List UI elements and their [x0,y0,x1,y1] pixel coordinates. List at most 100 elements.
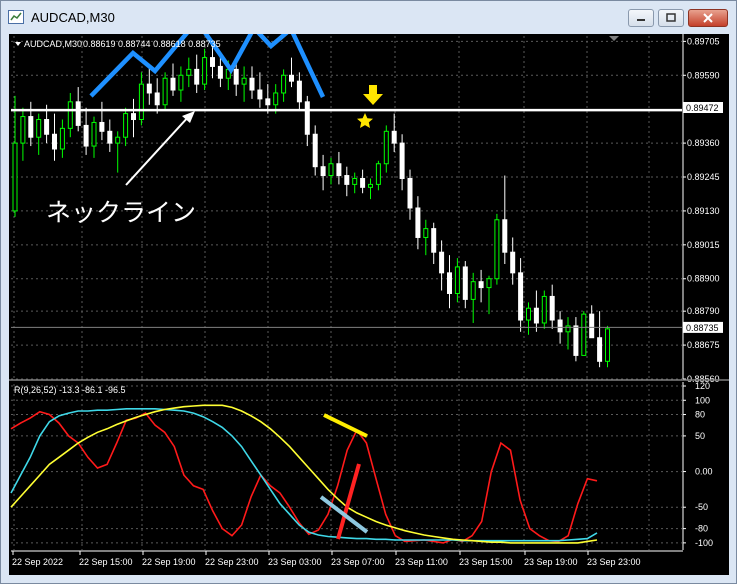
bullish-candle [352,177,358,185]
bearish-candle [28,116,34,138]
bearish-candle [447,272,452,294]
close-icon [703,13,713,23]
annotation-arrow-line [125,114,191,186]
bearish-candle [320,166,326,177]
time-tick-label: 23 Sep 03:00 [268,557,322,567]
cyan-line-series [10,407,598,542]
bearish-candle [194,68,200,85]
bearish-candle [510,251,516,274]
chart-window-icon [8,10,24,24]
bearish-candle [210,57,215,67]
bearish-candle [52,133,57,150]
time-tick-label: 23 Sep 23:00 [587,557,641,567]
bullish-candle [470,281,476,300]
indicator-tick-label: 120 [695,381,710,391]
bearish-candle [217,65,223,79]
bullish-candle [67,101,73,129]
bearish-candle [83,124,89,147]
bearish-candle [533,307,539,324]
minimize-icon [637,19,645,21]
bearish-candle [312,133,318,168]
bearish-candle [336,163,342,177]
bullish-candle [20,116,26,144]
time-tick-label: 23 Sep 11:00 [395,557,448,567]
bullish-candle [178,74,184,91]
time-tick-label: 22 Sep 15:00 [79,557,133,567]
price-tick-label: 0.89130 [687,206,720,216]
close-button[interactable] [688,9,728,27]
price-tick-label: 0.89590 [687,70,720,80]
indicator-tick-label: 100 [695,395,710,405]
bearish-candle [249,77,255,91]
current-price-label: 0.88735 [686,323,719,333]
bearish-candle [131,113,136,121]
bearish-candle [154,92,160,106]
price-tick-label: 0.88675 [687,340,720,350]
title-bar[interactable]: AUDCAD,M30 [1,1,736,33]
bullish-candle [241,77,247,85]
indicator-series [10,404,598,544]
scroll-shift-marker[interactable] [609,36,619,41]
bearish-candle [439,251,445,274]
bearish-candle [399,142,405,179]
bearish-candle [289,74,294,82]
bearish-candle [557,319,563,333]
maximize-button[interactable] [658,9,684,27]
time-tick-label: 23 Sep 19:00 [524,557,578,567]
time-tick-label: 22 Sep 23:00 [205,557,259,567]
indicator-tick-label: -50 [695,502,708,512]
indicator-tick-label: 50 [695,431,705,441]
bearish-candle [518,272,524,321]
bullish-candle [423,228,429,238]
sell-arrow-icon [363,85,383,105]
bearish-candle [360,177,366,188]
bearish-candle [502,219,508,253]
bullish-candle [383,130,389,165]
price-tick-label: 0.88790 [687,306,720,316]
bearish-candle [391,130,397,144]
bearish-candle [304,101,310,135]
window-title: AUDCAD,M30 [31,10,115,25]
bullish-candle [12,142,18,212]
bearish-candle [415,207,421,238]
header-dropdown-icon[interactable] [15,42,21,46]
chart-area[interactable]: ネックライン AUDCAD,M30 0.88619 0.88744 0.8861… [9,34,729,575]
chart-window: AUDCAD,M30 ネックライン AUDCAD,M30 0.88619 0.8… [0,0,737,584]
bearish-candle [462,266,468,300]
bearish-candle [344,175,350,185]
time-tick-label: 23 Sep 07:00 [331,557,385,567]
price-tick-label: 0.89245 [687,172,720,182]
bullish-candle [328,163,334,177]
bearish-candle [170,77,176,91]
yellow-trend-marker[interactable] [323,413,368,438]
indicator-tick-label: -80 [695,524,708,534]
bearish-candle [589,313,595,339]
bullish-candle [36,119,42,138]
bearish-candle [44,119,50,135]
bullish-candle [454,266,460,294]
restore-icon [666,13,676,22]
bullish-candle [368,183,373,188]
price-tick-label: 0.88900 [687,274,720,284]
price-tick-label: 0.89015 [687,240,720,250]
price-tick-label: 0.89360 [687,138,720,148]
bearish-candle [573,325,579,356]
indicator-tick-label: 0.00 [695,467,713,477]
bearish-candle [257,89,263,100]
indicator-axis: 120 100 80 50 0.00 -50 -80 -100 [683,381,713,548]
indicator-grid [11,384,682,550]
minimize-button[interactable] [628,9,654,27]
bearish-candle [107,130,113,144]
neckline-annotation: ネックライン [46,198,196,227]
bullish-candle [115,136,121,144]
bullish-candle [581,313,587,356]
bearish-candle [478,281,484,289]
chart-canvas[interactable]: ネックライン AUDCAD,M30 0.88619 0.88744 0.8861… [9,34,729,575]
indicator-tick-label: -100 [695,538,713,548]
time-tick-label: 22 Sep 2022 [12,557,63,567]
bearish-candle [265,98,271,106]
bearish-candle [296,80,302,103]
bullish-candle [375,163,381,185]
symbol-label: AUDCAD,M30 [24,39,82,49]
bullish-candle [526,307,531,321]
